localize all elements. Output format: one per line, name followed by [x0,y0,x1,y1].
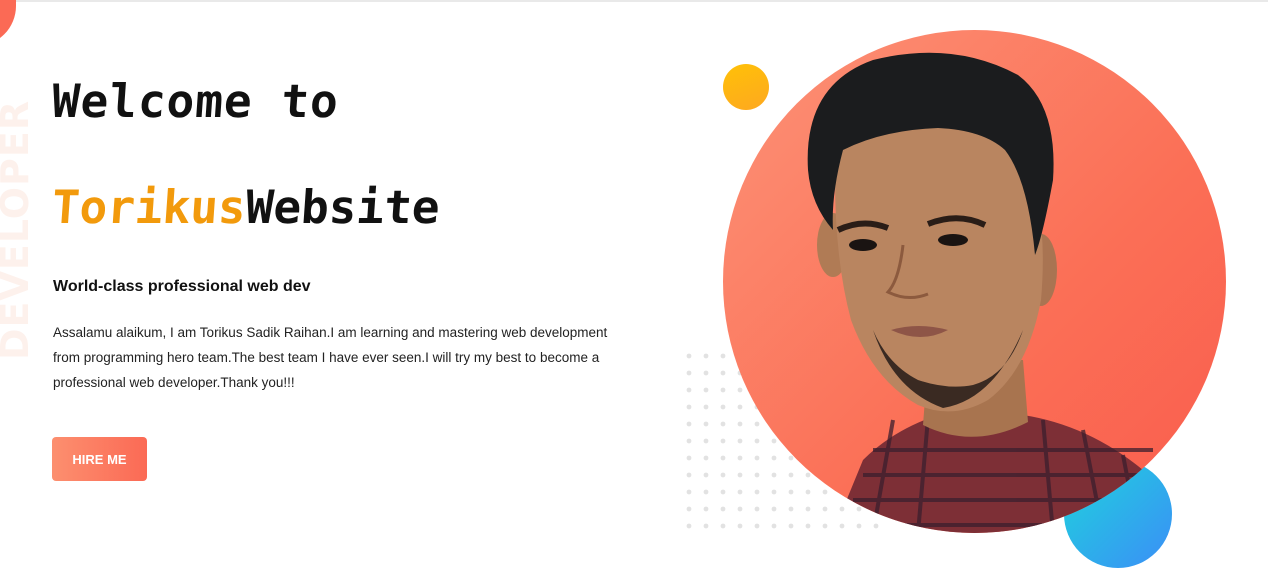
site-name-rest: Website [243,180,442,234]
hero-section: DEVELOPER Welcome to TorikusWebsite Worl… [0,0,1268,575]
profile-portrait [723,30,1226,533]
corner-decoration [0,0,16,46]
hire-me-button[interactable]: HIRE ME [52,437,147,481]
subheading: World-class professional web dev [53,278,311,295]
welcome-heading: Welcome to [50,74,341,128]
intro-paragraph: Assalamu alaikum, I am Torikus Sadik Rai… [53,325,608,390]
side-watermark-text: DEVELOPER [0,99,37,360]
site-name-heading: TorikusWebsite [50,180,442,234]
profile-photo [807,52,1168,533]
top-divider [0,0,1268,2]
site-name-accent: Torikus [50,180,248,234]
